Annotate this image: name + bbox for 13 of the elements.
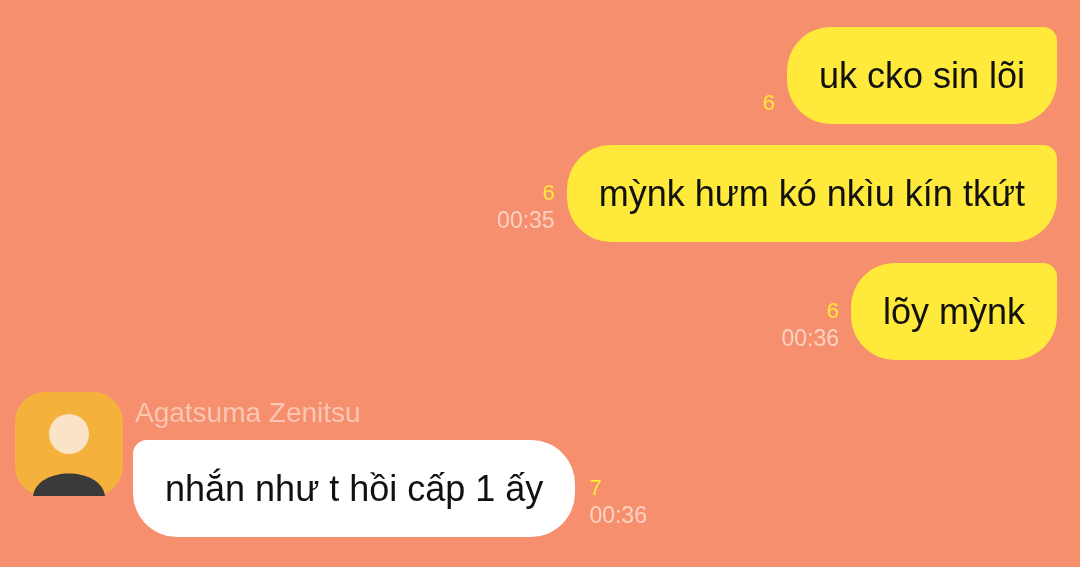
sender-name: Agatsuma Zenitsu <box>135 396 362 430</box>
read-count: 6 <box>762 90 775 116</box>
message-time: 00:36 <box>781 324 839 352</box>
message-bubble: nhắn như t hồi cấp 1 ấy <box>133 440 576 537</box>
read-count: 6 <box>542 180 555 206</box>
message-bubble: uk cko sin lõi <box>786 27 1057 124</box>
message-time: 00:35 <box>497 206 555 234</box>
read-count: 6 <box>826 298 839 324</box>
message-bubble: lõy mỳnk <box>850 263 1057 360</box>
read-count: 7 <box>589 475 602 501</box>
message-time: 00:36 <box>589 501 647 529</box>
avatar-icon <box>15 392 123 496</box>
message-bubble: mỳnk hưm kó nkìu kín tkứt <box>566 145 1057 242</box>
